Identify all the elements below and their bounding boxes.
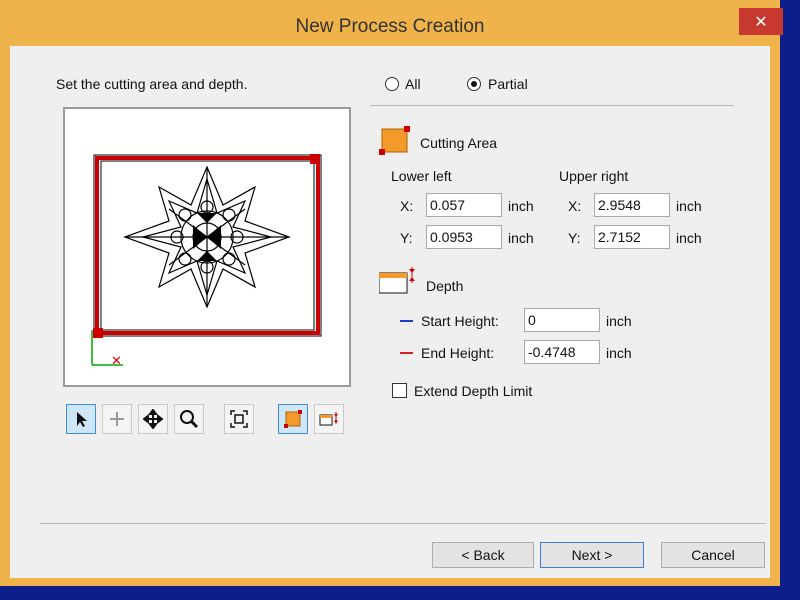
preview-drawing: ✕	[91, 154, 322, 369]
start-height-label: Start Height:	[421, 313, 499, 329]
lower-left-x-label: X:	[400, 198, 414, 214]
close-button[interactable]: ✕	[739, 8, 783, 35]
dialog-client-area: Set the cutting area and depth. ✕ All Pa…	[10, 46, 770, 578]
desktop-background	[780, 0, 800, 600]
lower-left-y-label: Y:	[400, 230, 413, 246]
next-button[interactable]: Next >	[540, 542, 644, 568]
depth-tool-icon	[319, 412, 338, 426]
upper-right-x-input[interactable]: 2.9548	[594, 193, 670, 217]
window-title: New Process Creation	[295, 16, 485, 37]
pan-tool-button[interactable]	[102, 404, 132, 434]
move-icon	[143, 409, 163, 429]
upper-right-x-unit: inch	[676, 198, 702, 214]
instruction-text: Set the cutting area and depth.	[56, 76, 248, 92]
zoom-icon	[180, 410, 199, 429]
radio-partial-label: Partial	[488, 76, 528, 92]
depth-icon	[379, 267, 415, 294]
depth-heading: Depth	[426, 278, 464, 294]
extend-depth-limit-label: Extend Depth Limit	[414, 383, 533, 399]
cutting-area-tool-button[interactable]	[278, 404, 308, 434]
start-height-unit: inch	[606, 313, 632, 329]
cutting-area-heading: Cutting Area	[420, 135, 498, 151]
cutting-area-icon	[379, 126, 410, 155]
footer-separator	[40, 523, 766, 524]
zoom-tool-button[interactable]	[174, 404, 204, 434]
cutting-area-tool-icon	[284, 410, 302, 428]
radio-all-label: All	[405, 76, 421, 92]
lower-left-y-input[interactable]: 0.0953	[426, 225, 502, 249]
fit-view-icon	[230, 410, 248, 428]
back-button[interactable]: < Back	[432, 542, 534, 568]
upper-right-y-label: Y:	[568, 230, 581, 246]
radio-partial[interactable]	[467, 77, 481, 91]
radio-partial-selected-dot	[471, 81, 477, 87]
end-height-legend-line	[400, 352, 413, 354]
select-arrow-icon	[77, 412, 87, 427]
radio-all[interactable]	[385, 77, 399, 91]
dialog-window: New Process Creation ✕ Set the cutting a…	[0, 0, 783, 586]
lower-left-x-unit: inch	[508, 198, 534, 214]
svg-text:✕: ✕	[111, 354, 122, 369]
upper-right-y-input[interactable]: 2.7152	[594, 225, 670, 249]
depth-tool-button[interactable]	[314, 404, 344, 434]
upper-right-y-unit: inch	[676, 230, 702, 246]
lower-left-y-unit: inch	[508, 230, 534, 246]
extend-depth-limit-checkbox[interactable]	[392, 383, 407, 398]
start-height-legend-line	[400, 320, 413, 322]
start-height-input[interactable]: 0	[524, 308, 600, 332]
desktop-background-bottom	[0, 586, 800, 600]
move-tool-button[interactable]	[138, 404, 168, 434]
select-tool-button[interactable]	[66, 404, 96, 434]
close-icon: ✕	[754, 12, 768, 31]
lower-left-label: Lower left	[391, 168, 452, 184]
upper-right-x-label: X:	[568, 198, 582, 214]
end-height-label: End Height:	[421, 345, 495, 361]
end-height-input[interactable]: -0.4748	[524, 340, 600, 364]
end-height-unit: inch	[606, 345, 632, 361]
pan-icon	[110, 412, 124, 426]
cancel-button[interactable]: Cancel	[661, 542, 765, 568]
title-bar[interactable]: New Process Creation	[0, 0, 780, 46]
cutting-preview[interactable]: ✕	[63, 107, 351, 387]
fit-view-button[interactable]	[224, 404, 254, 434]
upper-right-label: Upper right	[559, 168, 629, 184]
separator	[370, 105, 734, 106]
lower-left-x-input[interactable]: 0.057	[426, 193, 502, 217]
